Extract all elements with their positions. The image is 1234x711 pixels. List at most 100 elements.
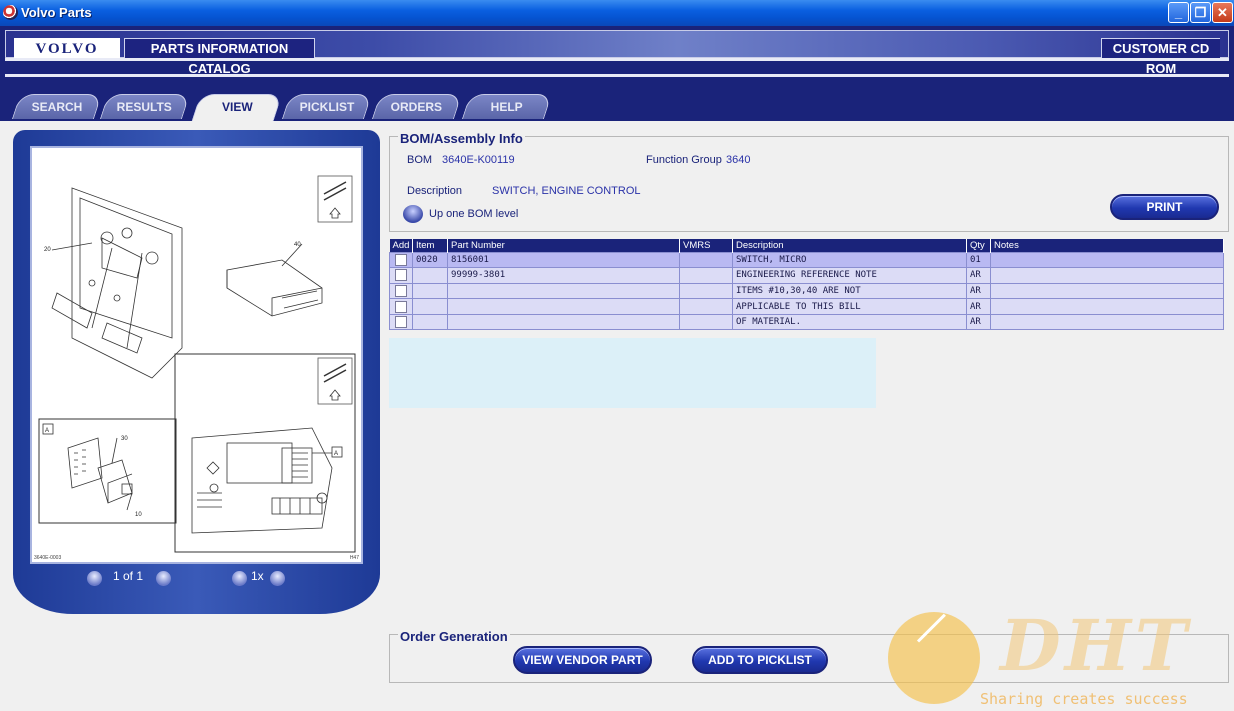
tab-picklist[interactable]: PICKLIST — [281, 94, 373, 119]
maximize-button[interactable]: ❐ — [1190, 2, 1211, 23]
part-number-cell: 99999-3801 — [447, 267, 680, 284]
drawing-viewer: 20 40 30 10 A A 3640E-0003 H47 1 of 1 1x — [13, 130, 380, 614]
close-button[interactable]: ✕ — [1212, 2, 1233, 23]
tab-label: PICKLIST — [299, 100, 355, 114]
qty-cell: AR — [966, 298, 991, 315]
notes-cell — [990, 313, 1224, 331]
tab-label: ORDERS — [391, 100, 443, 114]
window-title-bar: Volvo Parts _ ❐ ✕ — [0, 0, 1234, 26]
exploded-diagram: 20 40 30 10 A A — [38, 175, 356, 553]
column-header: Qty — [966, 239, 991, 252]
minimize-button[interactable]: _ — [1168, 2, 1189, 23]
item-cell — [412, 282, 448, 300]
description-cell: ENGINEERING REFERENCE NOTE — [732, 267, 967, 284]
table-row[interactable]: OF MATERIAL. AR — [389, 313, 1224, 331]
qty-cell: AR — [966, 267, 991, 284]
add-checkbox[interactable] — [395, 284, 407, 297]
print-button[interactable]: PRINT — [1110, 194, 1219, 220]
drawing-code: H47 — [349, 555, 359, 561]
up-level-icon[interactable] — [403, 205, 423, 223]
item-cell: 0020 — [412, 251, 448, 269]
vmrs-cell — [679, 251, 733, 269]
description-value: SWITCH, ENGINE CONTROL — [492, 185, 641, 197]
function-group-label: Function Group — [646, 154, 722, 166]
tab-orders[interactable]: ORDERS — [371, 94, 463, 119]
tab-label: SEARCH — [31, 100, 83, 114]
header-divider — [5, 58, 1229, 61]
description-cell: OF MATERIAL. — [732, 313, 967, 331]
vmrs-cell — [679, 282, 733, 300]
add-cell — [389, 298, 413, 315]
add-checkbox[interactable] — [395, 316, 407, 329]
parts-table: Add Item Part Number VMRS Description Qt… — [389, 239, 1224, 331]
info-panel — [389, 338, 876, 408]
item-cell — [412, 267, 448, 284]
parts-drawing[interactable]: 20 40 30 10 A A 3640E-0003 H47 — [30, 146, 363, 564]
volvo-logo: VOLVO — [14, 38, 120, 60]
bom-value: 3640E-K00119 — [442, 154, 515, 166]
description-cell: ITEMS #10,30,40 ARE NOT — [732, 282, 967, 300]
add-checkbox[interactable] — [395, 253, 407, 266]
header-divider — [5, 74, 1229, 77]
table-row[interactable]: 99999-3801 ENGINEERING REFERENCE NOTE AR — [389, 267, 1224, 284]
tab-label: RESULTS — [117, 100, 173, 114]
notes-cell — [990, 282, 1224, 300]
part-number-cell — [447, 313, 680, 331]
column-header: VMRS — [679, 239, 733, 252]
order-generation-legend: Order Generation — [398, 629, 510, 644]
prev-page-icon[interactable] — [87, 571, 102, 586]
part-number-cell — [447, 282, 680, 300]
description-label: Description — [407, 185, 463, 197]
tab-help[interactable]: HELP — [461, 94, 553, 119]
up-level-link[interactable]: Up one BOM level — [429, 208, 518, 220]
column-header: Description — [732, 239, 967, 252]
tab-view[interactable]: VIEW — [191, 94, 283, 121]
next-page-icon[interactable] — [156, 571, 171, 586]
callout-label: A — [334, 451, 338, 457]
page-indicator: 1 of 1 — [113, 569, 144, 583]
column-header: Item — [412, 239, 448, 252]
bom-legend: BOM/Assembly Info — [398, 131, 525, 146]
add-cell — [389, 282, 413, 300]
table-row[interactable]: APPLICABLE TO THIS BILL AR — [389, 298, 1224, 315]
zoom-in-icon[interactable] — [270, 571, 285, 586]
part-number-cell: 8156001 — [447, 251, 680, 269]
zoom-out-icon[interactable] — [232, 571, 247, 586]
add-checkbox[interactable] — [395, 269, 407, 282]
view-vendor-part-button[interactable]: VIEW VENDOR PART — [513, 646, 652, 674]
header-strip: VOLVO PARTS INFORMATION CATALOG CUSTOMER… — [5, 30, 1229, 76]
vmrs-cell — [679, 313, 733, 331]
column-header: Part Number — [447, 239, 680, 252]
description-cell: SWITCH, MICRO — [732, 251, 967, 269]
add-to-picklist-button[interactable]: ADD TO PICKLIST — [692, 646, 828, 674]
bom-label: BOM — [407, 154, 433, 166]
vmrs-cell — [679, 298, 733, 315]
tab-search[interactable]: SEARCH — [11, 94, 103, 119]
vmrs-cell — [679, 267, 733, 284]
qty-cell: AR — [966, 313, 991, 331]
notes-cell — [990, 267, 1224, 284]
main-tabs: SEARCH RESULTS VIEW PICKLIST ORDERS HELP — [0, 94, 1234, 121]
window-title: Volvo Parts — [21, 5, 92, 20]
cd-rom-label: CUSTOMER CD ROM — [1101, 38, 1220, 76]
add-cell — [389, 267, 413, 284]
qty-cell: 01 — [966, 251, 991, 269]
column-header: Add — [389, 239, 413, 252]
tab-results[interactable]: RESULTS — [99, 94, 191, 119]
description-cell: APPLICABLE TO THIS BILL — [732, 298, 967, 315]
bom-info-panel: BOM/Assembly Info BOM 3640E-K00119 Funct… — [389, 131, 1229, 232]
notes-cell — [990, 251, 1224, 269]
item-cell — [412, 298, 448, 315]
add-checkbox[interactable] — [395, 300, 407, 313]
callout-label: 10 — [135, 512, 142, 518]
zoom-level: 1x — [251, 569, 264, 583]
table-row[interactable]: 0020 8156001 SWITCH, MICRO 01 — [389, 251, 1224, 269]
add-cell — [389, 251, 413, 269]
tab-label: VIEW — [221, 100, 253, 114]
tab-label: HELP — [490, 100, 523, 114]
notes-cell — [990, 298, 1224, 315]
table-row[interactable]: ITEMS #10,30,40 ARE NOT AR — [389, 282, 1224, 300]
callout-label: A — [45, 428, 49, 434]
part-number-cell — [447, 298, 680, 315]
watermark-logo: DHT — [1000, 604, 1191, 687]
